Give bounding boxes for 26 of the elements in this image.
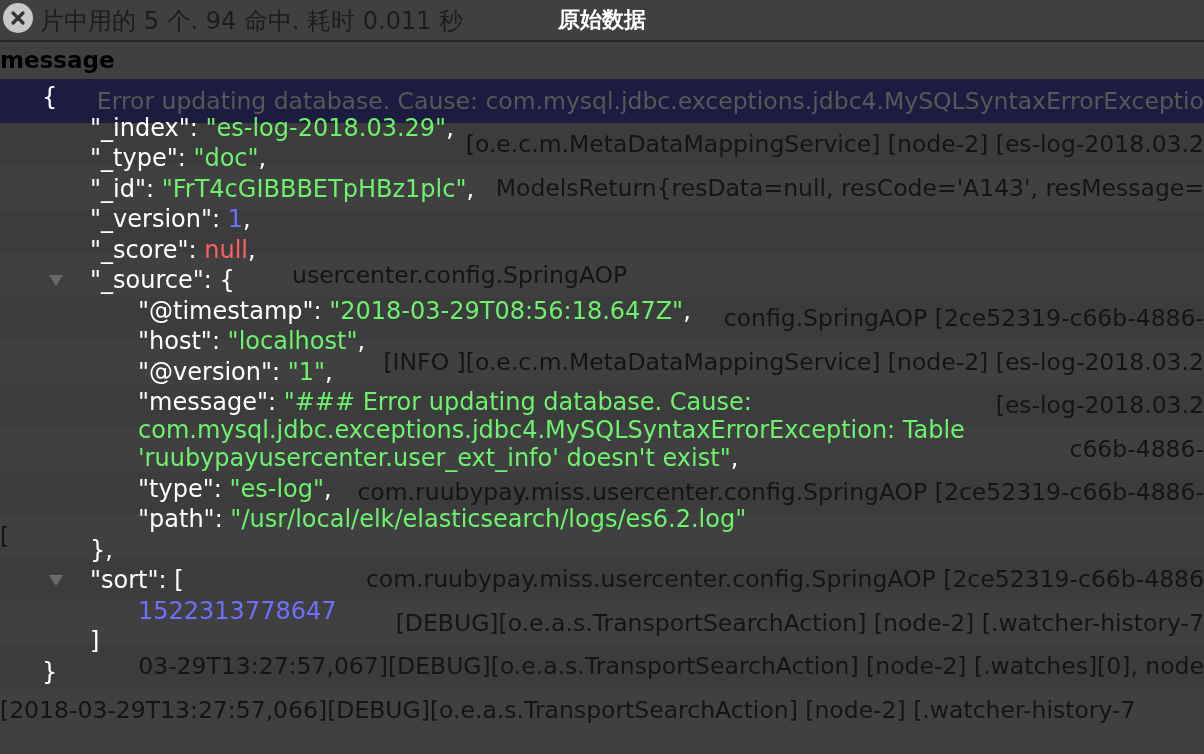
json-line: { <box>42 83 58 112</box>
json-line: "_score": null, <box>90 235 256 264</box>
dialog-title: 原始数据 <box>558 6 646 34</box>
json-line: ] <box>90 627 100 656</box>
json-line: "_id": "FrT4cGIBBBETpHBz1plc", <box>90 174 475 203</box>
close-icon <box>10 10 26 26</box>
json-line: 1522313778647 <box>138 596 337 625</box>
json-line: "@timestamp": "2018-03-29T08:56:18.647Z", <box>138 296 691 325</box>
json-line: "host": "localhost", <box>138 327 366 356</box>
json-line: "_version": 1, <box>90 205 251 234</box>
json-line: "_type": "doc", <box>90 144 267 173</box>
json-line: "@version": "1", <box>138 357 333 386</box>
json-line: } <box>42 657 58 686</box>
caret-icon[interactable] <box>48 273 64 288</box>
log-message[interactable]: Error updating database. Cause: com.mysql.jdbc.exceptions.jdbc4.MySQLSyntaxErrorExceptio <box>96 89 1204 112</box>
json-line: "sort": [ <box>90 566 184 595</box>
log-message[interactable]: [ <box>0 524 10 547</box>
json-line: "message": "### Error updating database. Cause: com.mysql.jdbc.exceptions.jdbc4.MySQLSyntaxErrorException: Table 'ruubypayusercenter.user_ext_info' doesn't exist", <box>138 388 966 473</box>
close-button[interactable] <box>3 3 33 33</box>
json-line: "_index": "es-log-2018.03.29", <box>90 113 454 142</box>
json-line: "path": "/usr/local/elk/elasticsearch/logs/es6.2.log" <box>138 505 747 534</box>
caret-icon[interactable] <box>48 573 64 588</box>
json-line: "type": "es-log", <box>138 474 332 503</box>
json-line: "_source": { <box>90 266 235 295</box>
column-header: message <box>0 46 115 75</box>
json-line: }, <box>90 535 113 564</box>
